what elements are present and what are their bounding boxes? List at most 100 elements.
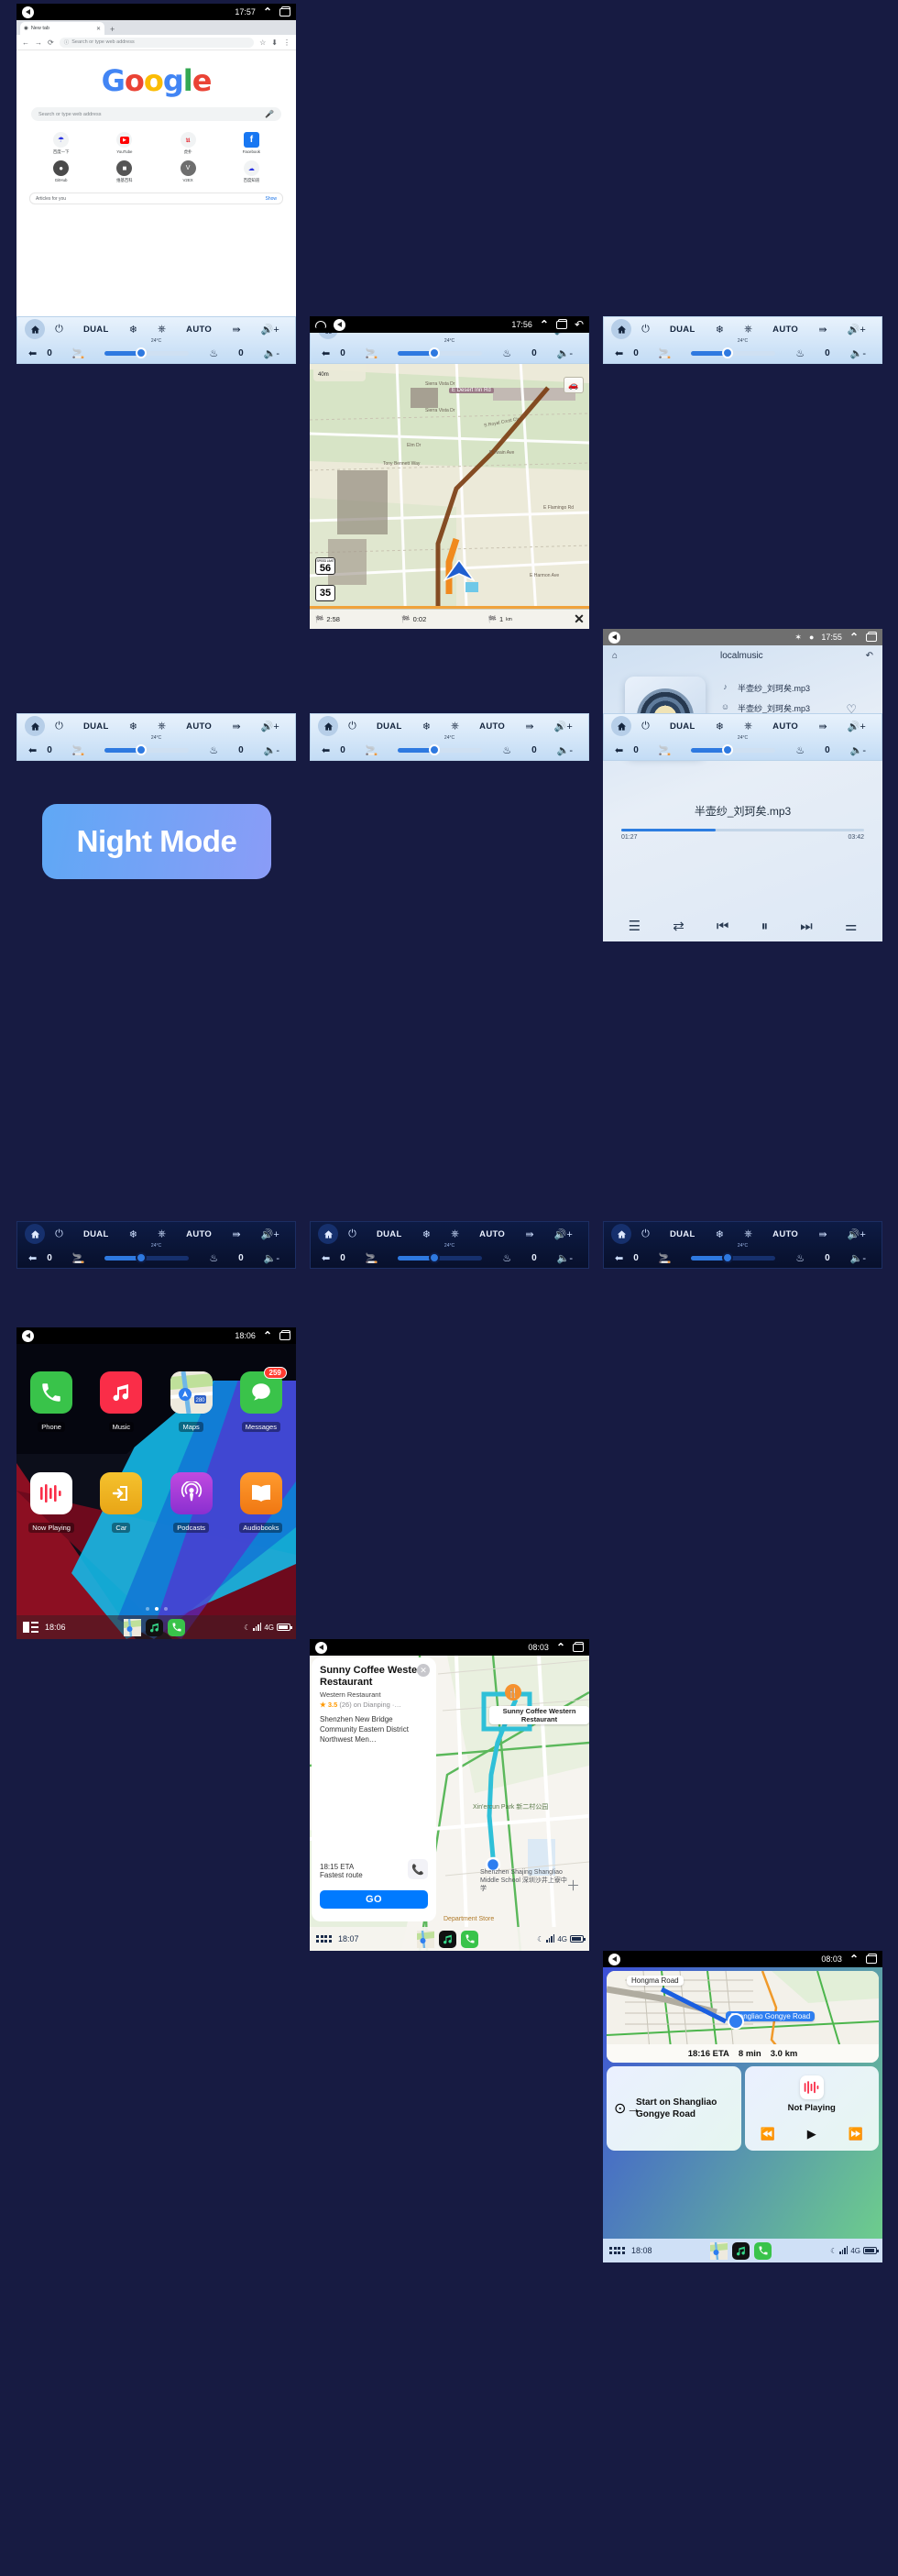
back-icon[interactable] xyxy=(608,1953,620,1965)
auto-button[interactable]: AUTO xyxy=(479,721,505,732)
app-phone[interactable]: Phone xyxy=(16,1371,86,1434)
airflow-icon[interactable]: ⇛ xyxy=(818,1228,827,1240)
home-icon[interactable] xyxy=(25,319,45,339)
dual-button[interactable]: DUAL xyxy=(670,1229,695,1239)
playback-controls[interactable]: ☰ ⇄ ⏮ ⏸ ⏭ ⚌ xyxy=(603,918,882,935)
volume-up-icon[interactable]: 🔊+ xyxy=(261,721,279,732)
auto-button[interactable]: AUTO xyxy=(186,325,212,335)
power-icon[interactable]: ⏻ xyxy=(641,721,650,732)
auto-button[interactable]: AUTO xyxy=(772,1229,798,1239)
home-icon[interactable] xyxy=(318,1224,338,1244)
chevron-up-icon[interactable] xyxy=(540,321,549,329)
heated-seat-icon[interactable]: ♨ xyxy=(795,1252,805,1264)
fan-speed-slider[interactable] xyxy=(398,743,483,755)
fan-speed-slider[interactable] xyxy=(398,347,483,358)
call-button[interactable]: 📞 xyxy=(408,1859,428,1879)
heated-seat-icon[interactable]: ♨ xyxy=(209,1252,218,1264)
climate-bar[interactable]: ⏻ DUAL ❄ ⎈ AUTO ⇛ 🔊+ 24°C ⬅ 0 🚬 ♨ 0 🔈- xyxy=(310,713,589,761)
back-arrow-icon[interactable]: ⬅ xyxy=(615,744,623,756)
airflow-icon[interactable]: ⇛ xyxy=(818,324,827,336)
page-dots[interactable] xyxy=(16,1607,296,1611)
app-row-1[interactable]: Phone Music 280 Maps 259 Messages xyxy=(16,1367,296,1434)
volume-down-icon[interactable]: 🔈- xyxy=(557,347,573,359)
back-icon[interactable] xyxy=(22,6,34,18)
right-temp-value[interactable]: 0 xyxy=(238,348,244,358)
carplay-dock[interactable]: 18:07 ☾ 4G xyxy=(310,1927,589,1951)
previous-icon[interactable]: ⏮ xyxy=(717,919,729,934)
map-place-pill[interactable]: Sunny Coffee Western Restaurant xyxy=(489,1706,589,1724)
volume-up-icon[interactable]: 🔊+ xyxy=(554,1228,573,1240)
left-temp-value[interactable]: 0 xyxy=(47,1253,52,1263)
dock-phone-icon[interactable] xyxy=(461,1930,479,1948)
airflow-icon[interactable]: ⇛ xyxy=(232,1228,240,1240)
pause-icon[interactable]: ⏸ xyxy=(761,919,769,934)
volume-up-icon[interactable]: 🔊+ xyxy=(848,324,866,336)
dock-music-icon[interactable] xyxy=(732,2241,750,2260)
volume-down-icon[interactable]: 🔈- xyxy=(850,744,866,756)
right-temp-value[interactable]: 0 xyxy=(531,1253,537,1263)
power-icon[interactable]: ⏻ xyxy=(55,1228,63,1240)
recents-icon[interactable] xyxy=(866,631,877,642)
dock-music-icon[interactable] xyxy=(146,1618,164,1636)
power-icon[interactable]: ⏻ xyxy=(641,324,650,336)
fan-speed-slider[interactable] xyxy=(691,1251,776,1263)
dual-button[interactable]: DUAL xyxy=(83,325,109,335)
rear-defrost-icon[interactable]: ⎈ xyxy=(451,1228,459,1240)
back-arrow-icon[interactable]: ⬅ xyxy=(615,347,623,359)
volume-down-icon[interactable]: 🔈- xyxy=(264,347,279,359)
app-row-2[interactable]: Now Playing Car Podcasts Audiobooks xyxy=(16,1472,296,1535)
dual-button[interactable]: DUAL xyxy=(83,721,109,732)
fan-speed-slider[interactable] xyxy=(104,743,190,755)
recents-icon[interactable] xyxy=(279,1329,290,1340)
right-temp-value[interactable]: 0 xyxy=(531,348,537,358)
auto-button[interactable]: AUTO xyxy=(772,325,798,335)
home-icon[interactable] xyxy=(318,716,338,736)
equalizer-icon[interactable]: ⚌ xyxy=(845,918,857,934)
shortcut-item[interactable]: ☂ 百度一下 xyxy=(29,132,93,155)
seat-icon[interactable]: 🚬 xyxy=(659,744,672,756)
close-route-icon[interactable]: ✕ xyxy=(569,611,589,627)
fan-speed-slider[interactable] xyxy=(691,347,776,358)
map-mode-button[interactable]: 🚗 xyxy=(564,377,584,393)
app-switcher-icon[interactable] xyxy=(608,2242,626,2260)
carplay-dock[interactable]: 18:08 ☾ 4G xyxy=(603,2239,882,2262)
panel-browser[interactable]: 17:57 ◉ New tab ✕ + ← → ⟳ ⓘ Search or ty… xyxy=(16,4,296,316)
dock-maps-icon[interactable] xyxy=(710,2241,728,2260)
airflow-icon[interactable]: ⇛ xyxy=(818,721,827,732)
shortcut-grid[interactable]: ☂ 百度一下 ▶ YouTube 𝔲 虎扑 f Facebook ● GitHub ■ 维基… xyxy=(29,132,283,183)
power-icon[interactable]: ⏻ xyxy=(55,324,63,336)
climate-bar[interactable]: ⏻ DUAL ❄ ⎈ AUTO ⇛ 🔊+ 24°C ⬅ 0 🚬 ♨ 0 🔈- xyxy=(603,1221,882,1269)
map-canvas[interactable]: E Harmon Ave (Hyatt Place) ⬅ ↷ 160 m 40m… xyxy=(310,333,589,629)
climate-bar[interactable]: ⏻ DUAL ❄ ⎈ AUTO ⇛ 🔊+ 24°C ⬅ 0 🚬 ♨ 0 🔈- xyxy=(603,713,882,761)
dashboard-screen[interactable]: Hongma Road Shangliao Gongye Road 18:16 … xyxy=(603,1967,882,2262)
turn-card[interactable]: ⊙→ Start on Shangliao Gongye Road xyxy=(607,2066,741,2151)
search-input[interactable]: Search or type web address 🎤 xyxy=(31,107,281,121)
heated-seat-icon[interactable]: ♨ xyxy=(502,347,511,359)
seat-icon[interactable]: 🚬 xyxy=(659,1252,672,1264)
close-icon[interactable]: ✕ xyxy=(96,26,101,32)
shortcut-item[interactable]: 𝔲 虎扑 xyxy=(157,132,220,155)
go-button[interactable]: GO xyxy=(320,1890,428,1909)
app-podcasts[interactable]: Podcasts xyxy=(157,1472,226,1535)
carplay-dock[interactable]: 18:06 ☾ 4G xyxy=(16,1615,296,1639)
browser-tab[interactable]: ◉ New tab ✕ xyxy=(20,22,104,35)
left-temp-value[interactable]: 0 xyxy=(340,348,345,358)
seat-icon[interactable]: 🚬 xyxy=(366,1252,378,1264)
fan-speed-slider[interactable] xyxy=(104,1251,190,1263)
volume-up-icon[interactable]: 🔊+ xyxy=(848,721,866,732)
app-audiobooks[interactable]: Audiobooks xyxy=(226,1472,296,1535)
volume-down-icon[interactable]: 🔈- xyxy=(557,1252,573,1264)
carplay-screen[interactable]: Phone Music 280 Maps 259 Messages Now Play… xyxy=(16,1344,296,1639)
snowflake-icon[interactable]: ❄ xyxy=(422,721,431,732)
left-temp-value[interactable]: 0 xyxy=(340,745,345,755)
home-icon[interactable] xyxy=(611,1224,631,1244)
microphone-icon[interactable]: 🎤 xyxy=(265,110,274,118)
back-arrow-icon[interactable]: ⬅ xyxy=(28,744,37,756)
app-maps[interactable]: 280 Maps xyxy=(157,1371,226,1434)
app-switcher-icon[interactable] xyxy=(315,1931,333,1948)
volume-down-icon[interactable]: 🔈- xyxy=(850,347,866,359)
back-arrow-icon[interactable]: ⬅ xyxy=(322,347,330,359)
volume-down-icon[interactable]: 🔈- xyxy=(850,1252,866,1264)
airflow-icon[interactable]: ⇛ xyxy=(525,721,533,732)
back-icon[interactable] xyxy=(315,1641,327,1654)
